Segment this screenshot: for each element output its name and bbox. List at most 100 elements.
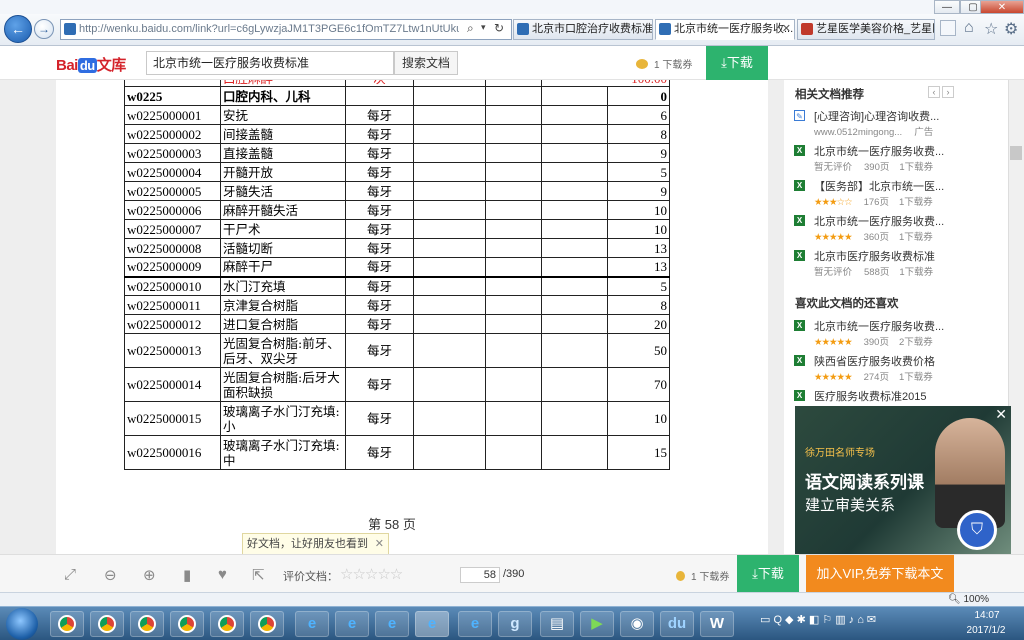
cell-code: w0225000011: [124, 295, 221, 315]
tab-close-icon[interactable]: ✕: [782, 20, 791, 39]
cell-empty: [541, 401, 608, 436]
home-icon[interactable]: ⌂: [964, 19, 974, 37]
tab-dental-fees[interactable]: 北京市口腔治疗收费标准...: [513, 19, 653, 40]
header-download-button[interactable]: ⤓下载: [706, 46, 768, 80]
doc-title[interactable]: 北京市医疗服务收费标准: [814, 248, 935, 264]
baidu-wenku-logo[interactable]: Bai du 文库: [56, 54, 126, 75]
search-button[interactable]: 搜索文档: [394, 51, 458, 75]
prev-arrow-icon[interactable]: ‹: [928, 86, 940, 98]
chrome-icon[interactable]: [130, 611, 164, 637]
doc-title[interactable]: 北京市统一医疗服务收费...: [814, 318, 944, 334]
chrome-icon[interactable]: [90, 611, 124, 637]
folder-icon[interactable]: ▤: [540, 611, 574, 637]
doc-title[interactable]: 医疗服务收费标准2015: [814, 388, 926, 404]
system-tray-icons[interactable]: ▭ Q ◆ ✱ ◧ ⚐ ▥ ♪ ⌂ ✉: [760, 613, 876, 626]
zoom-level[interactable]: 🔍︎ 100%: [948, 593, 989, 606]
media-player-icon[interactable]: ▶: [580, 611, 614, 637]
chrome-icon[interactable]: [50, 611, 84, 637]
doc-pages: 广告: [914, 127, 934, 138]
internet-explorer-icon[interactable]: e: [295, 611, 329, 637]
coupon-label: 1 下载券: [654, 60, 693, 71]
zoom-out-icon[interactable]: ⊖: [104, 566, 117, 584]
internet-explorer-icon[interactable]: e: [375, 611, 409, 637]
cell-empty: [541, 295, 608, 315]
table-row: w0225000003 直接盖髓 每牙 9: [124, 143, 670, 163]
wps-icon[interactable]: W: [700, 611, 734, 637]
next-arrow-icon[interactable]: ›: [942, 86, 954, 98]
window-close-button[interactable]: ✕: [980, 0, 1024, 14]
zoom-in-icon[interactable]: ⊕: [143, 566, 156, 584]
cell-name: 麻醉开髓失活: [220, 200, 346, 220]
back-button[interactable]: ←: [4, 15, 32, 43]
internet-explorer-icon[interactable]: e: [335, 611, 369, 637]
doc-title[interactable]: 陕西省医疗服务收费价格: [814, 353, 935, 369]
chrome-icon[interactable]: [210, 611, 244, 637]
tab-medical-fees[interactable]: 北京市统一医疗服务收... ✕: [655, 19, 795, 40]
baidu-app-icon[interactable]: g: [498, 611, 532, 637]
refresh-icon[interactable]: ↻: [494, 21, 504, 35]
minimize-button[interactable]: —: [934, 0, 960, 14]
cell-unit: 每牙: [345, 257, 414, 277]
bookmark-icon[interactable]: ▮: [183, 566, 191, 584]
ad-banner[interactable]: ✕ 徐万田名师专场 语文阅读系列课 建立审美关系 ⛉: [795, 406, 1011, 554]
video-reel-icon[interactable]: ◉: [620, 611, 654, 637]
cell-name: 玻璃离子水门汀充填:小: [220, 401, 346, 436]
rating-stars[interactable]: ☆☆☆☆☆: [340, 565, 403, 583]
shield-badge-icon[interactable]: ⛉: [957, 510, 997, 550]
page-number-input[interactable]: 58: [460, 567, 500, 583]
cell-price: 10: [607, 401, 670, 436]
fullscreen-icon[interactable]: ⤢: [64, 566, 76, 583]
forward-button[interactable]: →: [34, 19, 54, 39]
doc-title[interactable]: 北京市统一医疗服务收费...: [814, 143, 944, 159]
cell-code: w0225000002: [124, 124, 221, 144]
new-tab-button[interactable]: [940, 20, 956, 36]
baidu-du-icon[interactable]: du: [660, 611, 694, 637]
search-input[interactable]: 北京市统一医疗服务收费标准: [146, 51, 394, 75]
tooltip-close-icon[interactable]: ✕: [375, 534, 384, 554]
doc-coupons: 1下载券: [898, 232, 933, 243]
scrollbar-thumb[interactable]: [1010, 146, 1022, 160]
cell-empty: [485, 219, 542, 239]
search-icon[interactable]: ⌕: [467, 21, 474, 36]
doc-pages: 390页: [863, 337, 889, 348]
cell-name: 麻醉干尸: [220, 257, 346, 277]
tab-cosmetic-prices[interactable]: 艺星医学美容价格_艺星医...: [797, 19, 935, 40]
cell-unit: 每牙: [345, 314, 414, 334]
cell-name: 口腔内科、儿科: [220, 86, 346, 106]
like-heart-icon[interactable]: ♥: [218, 566, 227, 583]
settings-gear-icon[interactable]: ⚙: [1004, 19, 1018, 39]
clock-date[interactable]: 2017/1/2: [958, 625, 1014, 636]
favorites-star-icon[interactable]: ☆: [984, 19, 998, 39]
cell-name: 玻璃离子水门汀充填:中: [220, 435, 346, 470]
table-row: w0225000004 开髓开放 每牙 5: [124, 162, 670, 182]
internet-explorer-icon[interactable]: e: [458, 611, 492, 637]
excel-icon: X: [794, 215, 805, 226]
ad-close-icon[interactable]: ✕: [995, 406, 1007, 423]
doc-rating-stars: ★★★★★: [814, 337, 853, 348]
doc-title[interactable]: 【医务部】北京市统一医...: [814, 178, 944, 194]
dropdown-icon[interactable]: ▾: [481, 22, 486, 33]
clock-time[interactable]: 14:07: [962, 610, 1012, 621]
share-tooltip: 好文档，让好朋友也看到 ✕: [242, 533, 389, 555]
start-button[interactable]: [6, 608, 38, 640]
bottom-download-button[interactable]: ⤓下载: [737, 555, 799, 592]
join-vip-button[interactable]: 加入VIP,免券下载本文: [806, 555, 954, 592]
share-icon[interactable]: ⇱: [252, 566, 265, 584]
doc-title[interactable]: [心理咨询]心理咨询收费...: [814, 108, 939, 124]
doc-rating-stars: ★★★★★: [814, 372, 853, 383]
doc-title[interactable]: 北京市统一医疗服务收费...: [814, 213, 944, 229]
cell-code: w0225000009: [124, 257, 221, 277]
doc-meta: 暂无评价 588页 1下载券: [814, 264, 933, 278]
table-row: w0225000001 安抚 每牙 6: [124, 105, 670, 125]
url-text[interactable]: http://wenku.baidu.com/link?url=c6gLywzj…: [79, 23, 459, 35]
related-docs-title: 相关文档推荐: [795, 89, 864, 101]
cell-empty: [413, 200, 486, 220]
chrome-icon[interactable]: [170, 611, 204, 637]
internet-explorer-active-icon[interactable]: e: [415, 611, 449, 637]
chrome-icon[interactable]: [250, 611, 284, 637]
table-section-row: w0225 口腔内科、儿科 0: [124, 86, 670, 106]
cell-unit: 每牙: [345, 238, 414, 258]
address-bar[interactable]: http://wenku.baidu.com/link?url=c6gLywzj…: [60, 19, 512, 40]
window-titlebar: — ▢ ✕: [0, 0, 1024, 14]
cell-unit: 每牙: [345, 295, 414, 315]
